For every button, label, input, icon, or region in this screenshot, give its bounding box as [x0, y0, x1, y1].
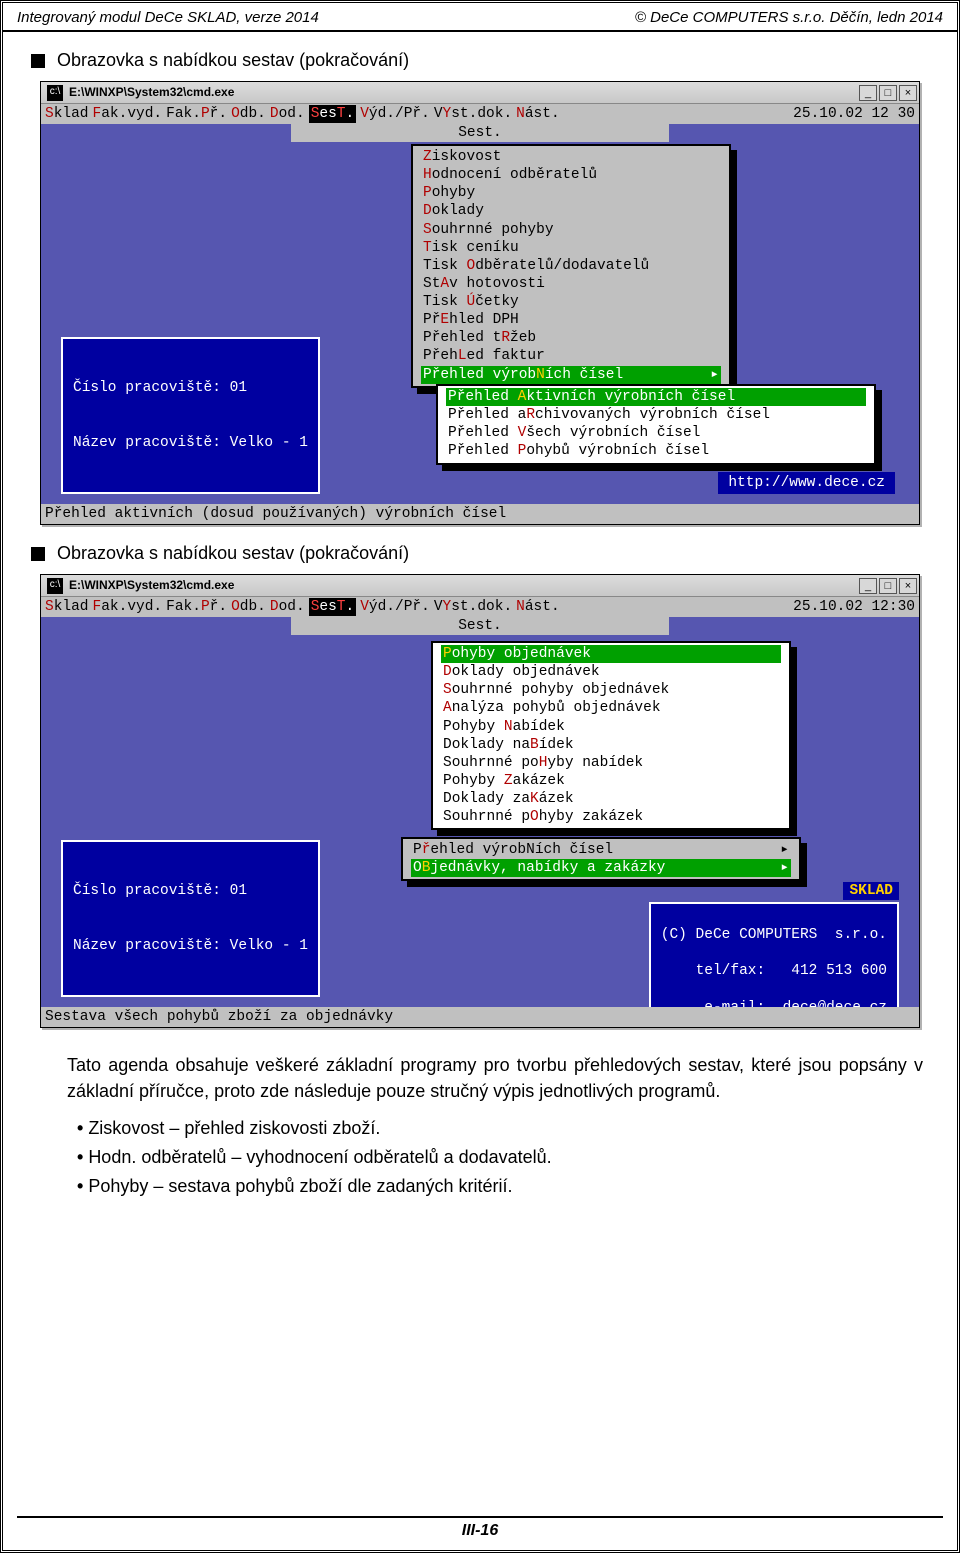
cmd-window-2: c:\ E:\WINXP\System32\cmd.exe _ □ × Skla… [40, 574, 920, 1028]
section-title-2-text: Obrazovka s nabídkou sestav (pokračování… [57, 543, 409, 564]
bullet-item: Ziskovost – přehled ziskovosti zboží. [77, 1114, 929, 1143]
cmd2-datetime: 25.10.02 12:30 [793, 598, 915, 616]
cmd1-submenu-selected[interactable]: Přehled Aktivních výrobních čísel [446, 388, 866, 406]
header-right: © DeCe COMPUTERS s.r.o. Děčín, ledn 2014 [635, 9, 943, 26]
minimize-button[interactable]: _ [859, 85, 877, 101]
page-footer: III-16 [3, 1516, 957, 1540]
cmd2-workstation-box: Číslo pracoviště: 01 Název pracoviště: V… [61, 840, 320, 997]
bullet-square-icon [31, 54, 45, 68]
workstation-num: Číslo pracoviště: 01 [73, 882, 308, 900]
content: Obrazovka s nabídkou sestav (pokračování… [3, 32, 957, 1201]
cmd2-menu-selected[interactable]: Pohyby objednávek [441, 645, 781, 663]
workstation-name: Název pracoviště: Velko - 1 [73, 937, 308, 955]
section-title-1-text: Obrazovka s nabídkou sestav (pokračování… [57, 50, 409, 71]
cmd1-status: Přehled aktivních (dosud používaných) vý… [41, 504, 919, 524]
body-paragraph: Tato agenda obsahuje veškeré základní pr… [31, 1046, 929, 1104]
cmd1-terminal: Sklad Fak.vyd. Fak.Př. Odb. Dod. SesT. V… [41, 104, 919, 524]
bullet-square-icon [31, 547, 45, 561]
header-left: Integrovaný modul DeCe SKLAD, verze 2014 [17, 9, 319, 26]
cmd-icon: c:\ [47, 85, 63, 101]
workstation-num: Číslo pracoviště: 01 [73, 379, 308, 397]
bullet-item: Hodn. odběratelů – vyhodnocení odběratel… [77, 1143, 929, 1172]
menubar-item-sest[interactable]: SesT. [309, 598, 357, 616]
cmd2-footer-selected[interactable]: OBjednávky, nabídky a zakázky ▸ [411, 859, 791, 877]
bullet-list: Ziskovost – přehled ziskovosti zboží. Ho… [31, 1114, 929, 1201]
cmd1-url: http://www.dece.cz [718, 472, 895, 494]
minimize-button[interactable]: _ [859, 578, 877, 594]
cmd2-terminal: Sklad Fak.vyd. Fak.Př. Odb. Dod. SesT. V… [41, 597, 919, 1027]
cmd2-titlebar: c:\ E:\WINXP\System32\cmd.exe _ □ × [41, 575, 919, 597]
cmd2-status: Sestava všech pohybů zboží za objednávky [41, 1007, 919, 1027]
cmd1-sest-banner: Sest. [291, 124, 669, 142]
bullet-item: Pohyby – sestava pohybů zboží dle zadaný… [77, 1172, 929, 1201]
cmd1-workstation-box: Číslo pracoviště: 01 Název pracoviště: V… [61, 337, 320, 494]
cmd1-menubar[interactable]: Sklad Fak.vyd. Fak.Př. Odb. Dod. SesT. V… [41, 104, 919, 124]
menubar-item-sest[interactable]: SesT. [309, 105, 357, 123]
cmd1-titlebar: c:\ E:\WINXP\System32\cmd.exe _ □ × [41, 82, 919, 104]
page-number: III-16 [17, 1516, 943, 1540]
cmd2-sest-banner: Sest. [291, 617, 669, 635]
cmd1-submenu[interactable]: Přehled Aktivních výrobních čísel Přehle… [436, 384, 876, 465]
cmd-window-1: c:\ E:\WINXP\System32\cmd.exe _ □ × Skla… [40, 81, 920, 525]
maximize-button[interactable]: □ [879, 85, 897, 101]
cmd1-datetime: 25.10.02 12 30 [793, 105, 915, 123]
section-title-1: Obrazovka s nabídkou sestav (pokračování… [31, 50, 929, 71]
cmd2-menu[interactable]: Pohyby objednávek Doklady objednávek Sou… [431, 641, 791, 830]
cmd1-menu-selected[interactable]: Přehled výrobNích čísel▸ [421, 366, 721, 384]
cmd-icon: c:\ [47, 578, 63, 594]
cmd2-footer-menu[interactable]: Přehled výrobNích čísel▸ OBjednávky, nab… [401, 837, 801, 881]
cmd1-title: E:\WINXP\System32\cmd.exe [69, 85, 234, 100]
cmd2-title: E:\WINXP\System32\cmd.exe [69, 578, 234, 593]
maximize-button[interactable]: □ [879, 578, 897, 594]
close-button[interactable]: × [899, 578, 917, 594]
page: Integrovaný modul DeCe SKLAD, verze 2014… [0, 0, 960, 1553]
company-l2: tel/fax: 412 513 600 [661, 962, 887, 980]
close-button[interactable]: × [899, 85, 917, 101]
page-header: Integrovaný modul DeCe SKLAD, verze 2014… [3, 3, 957, 32]
sklad-label: SKLAD [843, 882, 899, 900]
cmd1-main-menu[interactable]: Ziskovost Hodnocení odběratelů Pohyby Do… [411, 144, 731, 388]
cmd2-menubar[interactable]: Sklad Fak.vyd. Fak.Př. Odb. Dod. SesT. V… [41, 597, 919, 617]
company-l1: (C) DeCe COMPUTERS s.r.o. [661, 926, 887, 944]
section-title-2: Obrazovka s nabídkou sestav (pokračování… [31, 543, 929, 564]
workstation-name: Název pracoviště: Velko - 1 [73, 434, 308, 452]
